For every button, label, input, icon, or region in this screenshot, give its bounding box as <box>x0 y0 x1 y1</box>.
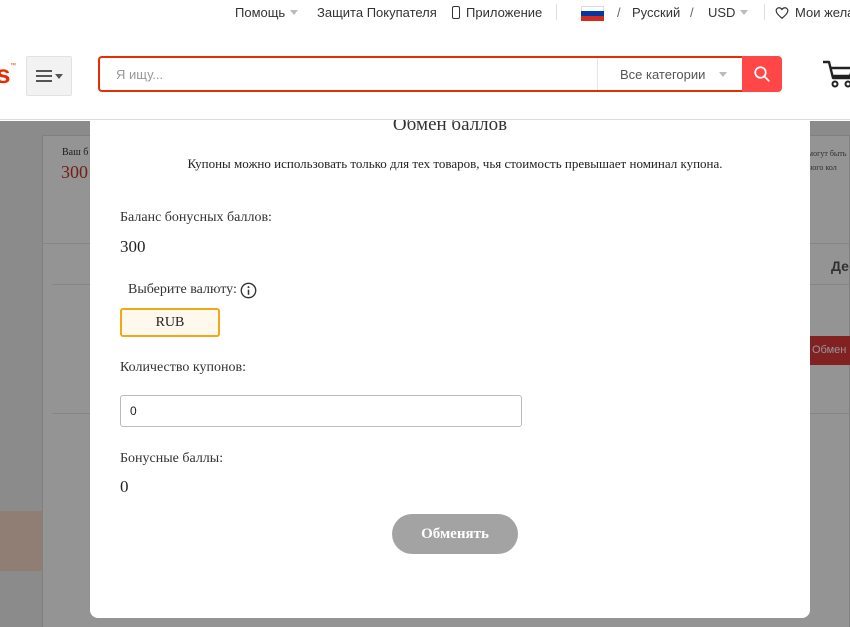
bonus-points-value: 0 <box>120 477 129 496</box>
currency-selector[interactable]: USD <box>708 5 749 20</box>
info-icon[interactable] <box>240 282 257 299</box>
chevron-down-icon <box>290 10 299 15</box>
separator-slash: / <box>690 5 694 20</box>
currency-label: USD <box>708 5 736 20</box>
bonus-points-label: Бонусные баллы: <box>120 451 224 466</box>
category-select-label: Все категории <box>620 66 706 82</box>
currency-option-label: RUB <box>155 314 185 330</box>
balance-value: 300 <box>120 237 146 256</box>
balance-label: Баланс бонусных баллов: <box>120 210 272 225</box>
phone-icon <box>452 6 460 19</box>
category-select[interactable]: Все категории <box>597 58 743 90</box>
chevron-down-icon <box>740 10 749 15</box>
coupon-usage-note: Купоны можно использовать только для тех… <box>187 156 723 171</box>
exchange-button[interactable]: Обменять <box>392 514 518 554</box>
currency-label: Выберите валюту: <box>128 282 237 297</box>
wishlist-label: Мои жела <box>795 5 850 20</box>
categories-menu-button[interactable] <box>26 56 72 96</box>
logo[interactable]: s <box>0 59 10 90</box>
app-label: Приложение <box>466 5 543 20</box>
currency-option-rub[interactable]: RUB <box>120 308 220 337</box>
search-input[interactable] <box>100 58 597 90</box>
hamburger-icon <box>35 70 52 82</box>
divider <box>764 4 765 20</box>
help-menu[interactable]: Помощь <box>235 5 299 20</box>
caret-down-icon <box>54 73 63 79</box>
cart-icon[interactable] <box>821 56 850 90</box>
help-label: Помощь <box>235 5 286 20</box>
language-selector[interactable]: Русский <box>632 5 680 20</box>
coupon-quantity-label: Количество купонов: <box>120 360 246 375</box>
coupon-quantity-input[interactable] <box>120 395 522 427</box>
search-bar: Все категории <box>98 56 743 92</box>
points-exchange-dialog: Обмен баллов Купоны можно использовать т… <box>90 98 810 618</box>
wishlist-link[interactable]: Мои жела <box>795 5 850 20</box>
buyer-protection-link[interactable]: Защита Покупателя <box>317 5 437 20</box>
separator-slash: / <box>617 5 621 20</box>
search-icon <box>754 66 770 82</box>
language-label: Русский <box>632 5 681 20</box>
heart-icon[interactable] <box>775 6 789 20</box>
divider <box>556 4 557 20</box>
chevron-down-icon <box>719 71 728 77</box>
logo-trademark: ™ <box>10 63 16 69</box>
russia-flag-icon[interactable] <box>581 6 604 21</box>
top-utility-bar: Помощь Защита Покупателя Приложение / Ру… <box>0 0 850 26</box>
search-button[interactable] <box>742 56 782 92</box>
buyer-protection-label: Защита Покупателя <box>317 5 437 20</box>
site-header: s ™ Все категории <box>0 26 850 120</box>
app-link[interactable]: Приложение <box>452 5 542 20</box>
exchange-button-label: Обменять <box>421 525 489 542</box>
